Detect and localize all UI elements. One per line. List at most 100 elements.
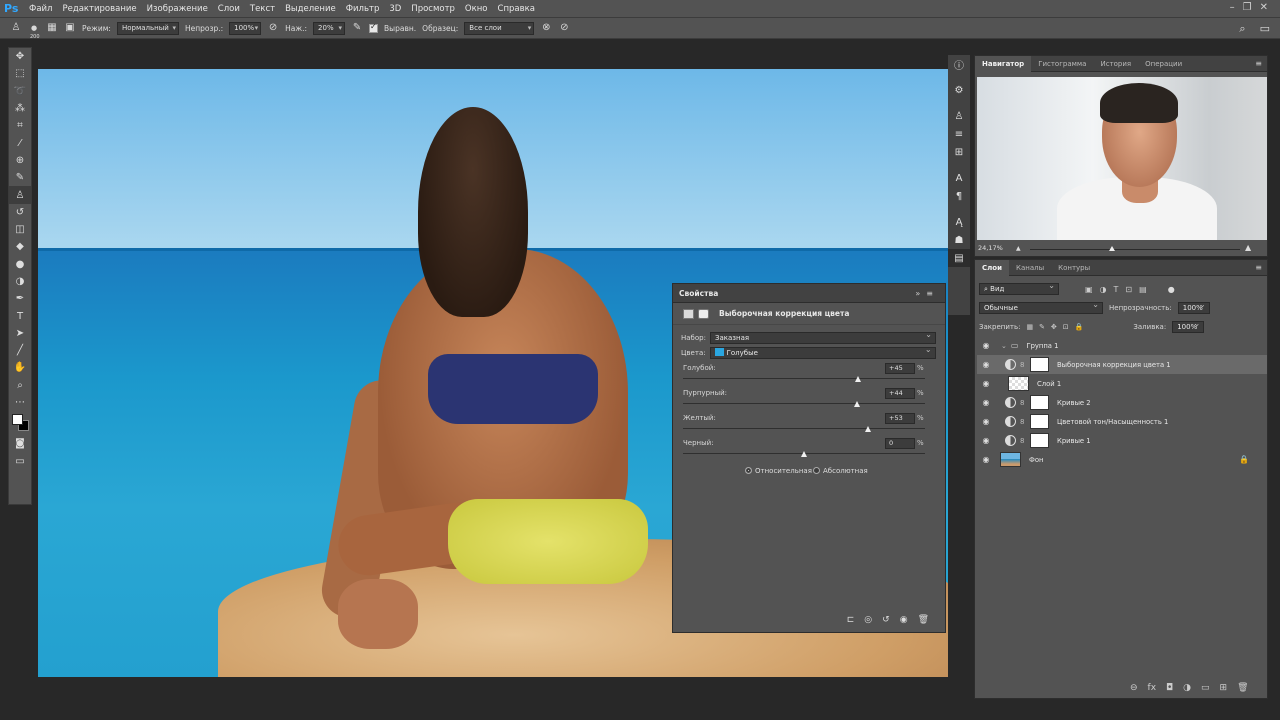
tab-layers[interactable]: Слои: [975, 259, 1009, 276]
layer-mask-thumbnail[interactable]: [1030, 433, 1049, 448]
more-tools-icon[interactable]: ⋯: [9, 394, 31, 411]
radio-relative[interactable]: [745, 467, 752, 474]
zoom-tool-icon[interactable]: ⌕: [9, 377, 31, 394]
lasso-tool-icon[interactable]: ➰: [9, 83, 31, 100]
pressure-field[interactable]: 20%: [313, 21, 346, 35]
layer-mask-thumbnail[interactable]: [1030, 395, 1049, 410]
fx-icon[interactable]: fx: [1148, 683, 1157, 693]
properties-panel-icon[interactable]: ▤: [948, 249, 970, 267]
clone-source-icon[interactable]: ▣: [64, 22, 76, 34]
menu-edit[interactable]: Редактирование: [57, 4, 141, 14]
layer-opacity-field[interactable]: 100%: [1177, 300, 1210, 314]
path-select-icon[interactable]: ➤: [9, 325, 31, 342]
tab-channels[interactable]: Каналы: [1009, 260, 1051, 276]
ignore-adjustment-icon[interactable]: ⊗: [540, 22, 552, 34]
menu-layers[interactable]: Слои: [213, 4, 245, 14]
layer-row-layer1[interactable]: ◉ Слой 1: [977, 374, 1267, 393]
search-icon[interactable]: ⌕: [1239, 22, 1245, 36]
sample-select[interactable]: Все слои: [464, 21, 535, 35]
add-mask-icon[interactable]: ◘: [1166, 683, 1173, 693]
menu-select[interactable]: Выделение: [280, 4, 341, 14]
mode-select[interactable]: Нормальный: [116, 21, 179, 35]
reset-icon[interactable]: ↺: [882, 615, 890, 625]
layer-row-group[interactable]: ◉ ⌄ ▭ Группа 1: [977, 336, 1267, 355]
brush-settings-icon[interactable]: ⚙: [948, 81, 970, 99]
marquee-tool-icon[interactable]: ⬚: [9, 65, 31, 82]
slider-magenta-value[interactable]: +44: [885, 388, 915, 399]
paint-bucket-icon[interactable]: ◆: [9, 238, 31, 255]
healing-tool-icon[interactable]: ⊕: [9, 152, 31, 169]
new-adjustment-icon[interactable]: ◑: [1183, 683, 1191, 693]
new-group-icon[interactable]: ▭: [1201, 683, 1210, 693]
layer-row-background[interactable]: ◉ Фон 🔒: [977, 450, 1267, 469]
mask-icon[interactable]: [698, 308, 709, 319]
view-previous-icon[interactable]: ◎: [864, 615, 872, 625]
slider-cyan-track[interactable]: [683, 378, 925, 379]
dodge-tool-icon[interactable]: ◑: [9, 273, 31, 290]
pen-tool-icon[interactable]: ✒: [9, 290, 31, 307]
visibility-icon[interactable]: ◉: [900, 615, 908, 625]
hand-tool-icon[interactable]: ✋: [9, 359, 31, 376]
eraser-tool-icon[interactable]: ◫: [9, 221, 31, 238]
adjustments-icon[interactable]: ≡: [948, 125, 970, 143]
tab-paths[interactable]: Контуры: [1051, 260, 1097, 276]
eye-icon[interactable]: ◉: [977, 360, 995, 369]
tab-history[interactable]: История: [1093, 56, 1138, 72]
panel-collapse-icon[interactable]: »≡: [915, 289, 939, 298]
eye-icon[interactable]: ◉: [977, 455, 995, 464]
brush-panel-icon[interactable]: ▦: [46, 22, 58, 34]
layers-menu-icon[interactable]: ≡: [1255, 263, 1262, 272]
eye-icon[interactable]: ◉: [977, 436, 995, 445]
character-icon[interactable]: A: [948, 169, 970, 187]
navigator-zoom-value[interactable]: 24,17%: [978, 244, 1003, 252]
pressure-size-icon[interactable]: ⊘: [558, 22, 570, 34]
eye-icon[interactable]: ◉: [977, 398, 995, 407]
eye-icon[interactable]: ◉: [977, 379, 995, 388]
slider-yellow-value[interactable]: +53: [885, 413, 915, 424]
tab-histogram[interactable]: Гистограмма: [1031, 56, 1093, 72]
navigator-zoom-thumb[interactable]: [1108, 246, 1115, 251]
slider-yellow-thumb[interactable]: [864, 426, 871, 432]
layer-filter-select[interactable]: ⌕ Вид: [979, 281, 1059, 295]
blend-mode-select[interactable]: Обычные: [979, 300, 1103, 314]
layer-mask-thumbnail[interactable]: [1030, 414, 1049, 429]
styles-icon[interactable]: ⊞: [948, 143, 970, 161]
layer-row-curves1[interactable]: ◉ 8 Кривые 1: [977, 431, 1267, 450]
slider-magenta-track[interactable]: [683, 403, 925, 404]
clone-stamp-icon[interactable]: ♙: [9, 186, 31, 204]
paragraph-icon[interactable]: ¶: [948, 187, 970, 205]
history-brush-icon[interactable]: ↺: [9, 204, 31, 221]
airbrush-icon[interactable]: ✎: [351, 22, 363, 34]
slider-magenta-thumb[interactable]: [853, 401, 860, 407]
menu-type[interactable]: Текст: [245, 4, 280, 14]
link-layers-icon[interactable]: ⊖: [1130, 683, 1138, 693]
slider-black-value[interactable]: 0: [885, 438, 915, 449]
radio-absolute[interactable]: [813, 467, 820, 474]
info-icon[interactable]: ⓘ: [948, 55, 970, 73]
method-relative[interactable]: Относительная: [745, 467, 812, 475]
type-tool-icon[interactable]: T: [9, 307, 31, 324]
layer-row-curves2[interactable]: ◉ 8 Кривые 2: [977, 393, 1267, 412]
tab-navigator[interactable]: Навигатор: [975, 55, 1032, 72]
menu-help[interactable]: Справка: [493, 4, 540, 14]
menu-window[interactable]: Окно: [460, 4, 493, 14]
pressure-opacity-icon[interactable]: ⊘: [267, 22, 279, 34]
clone-source-panel-icon[interactable]: ♙: [948, 107, 970, 125]
workspace-icon[interactable]: ▭: [1260, 22, 1270, 36]
clip-to-layer-icon[interactable]: ⊏: [847, 615, 855, 625]
opacity-field[interactable]: 100%: [229, 21, 262, 35]
layer-row-selective-color[interactable]: ◉ 8 Выборочная коррекция цвета 1: [977, 355, 1267, 374]
slider-yellow-track[interactable]: [683, 428, 925, 429]
window-controls[interactable]: –❐✕: [1230, 2, 1276, 13]
slider-cyan-value[interactable]: +45: [885, 363, 915, 374]
menu-filter[interactable]: Фильтр: [341, 4, 385, 14]
delete-layer-icon[interactable]: 🗑: [1237, 683, 1248, 693]
chevron-down-icon[interactable]: ⌄: [1001, 342, 1007, 350]
blur-tool-icon[interactable]: ●: [9, 256, 31, 273]
layer-row-hue-sat[interactable]: ◉ 8 Цветовой тон/Насыщенность 1: [977, 412, 1267, 431]
navigator-thumbnail[interactable]: [977, 77, 1267, 240]
tab-actions[interactable]: Операции: [1138, 56, 1189, 72]
menu-view[interactable]: Просмотр: [406, 4, 460, 14]
filter-icons[interactable]: ▣◑T⊡▤: [1085, 285, 1154, 294]
clone-stamp-tool-icon[interactable]: ♙: [10, 22, 22, 34]
